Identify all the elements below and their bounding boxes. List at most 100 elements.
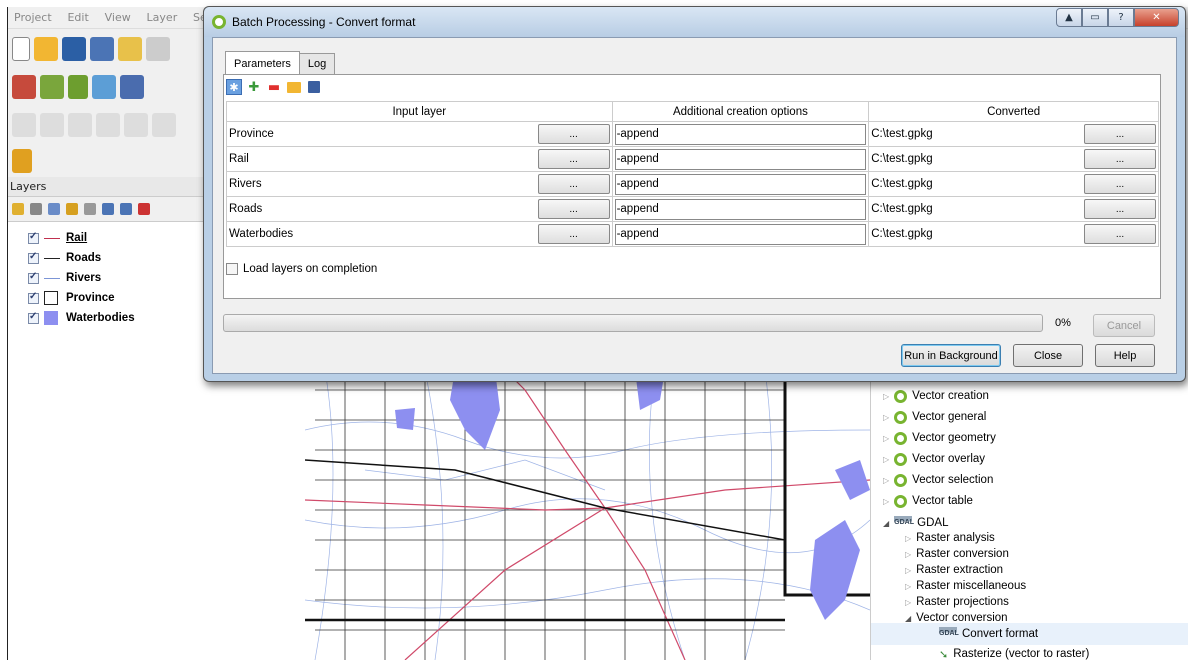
save-as-icon[interactable] xyxy=(90,37,114,61)
tree-group-vector-general[interactable]: ▷ Vector general xyxy=(883,407,986,427)
browse-input-button[interactable]: ... xyxy=(537,174,610,194)
add-group-icon[interactable] xyxy=(30,203,42,215)
layer-visibility-checkbox[interactable] xyxy=(28,311,39,324)
show-labels-icon[interactable] xyxy=(68,113,92,137)
tree-group-vector-selection[interactable]: ▷ Vector selection xyxy=(883,470,993,490)
tree-group-raster-projections[interactable]: ▷ Raster projections xyxy=(905,594,1009,610)
open-project-icon[interactable] xyxy=(34,37,58,61)
tree-group-vector-overlay[interactable]: ▷ Vector overlay xyxy=(883,449,985,469)
tree-group-raster-conversion[interactable]: ▷ Raster conversion xyxy=(905,546,1009,562)
expand-arrow-icon[interactable]: ▷ xyxy=(883,455,889,464)
autofill-icon[interactable]: ✱ xyxy=(226,79,242,95)
expand-arrow-icon[interactable]: ▷ xyxy=(905,534,911,543)
add-raster-layer-icon[interactable] xyxy=(40,75,64,99)
browse-output-button[interactable]: ... xyxy=(1084,199,1156,219)
rotate-label-icon[interactable] xyxy=(124,113,148,137)
add-vector-layer-icon[interactable] xyxy=(12,75,36,99)
layer-visibility-checkbox[interactable] xyxy=(28,231,39,244)
dialog-titlebar[interactable]: Batch Processing - Convert format ▲ ▭ ? … xyxy=(204,7,1185,37)
tab-log[interactable]: Log xyxy=(298,53,336,75)
add-delimited-text-icon[interactable] xyxy=(68,75,88,99)
expand-all-icon[interactable] xyxy=(102,203,114,215)
column-header-input-layer[interactable]: Input layer xyxy=(226,101,613,122)
browse-output-button[interactable]: ... xyxy=(1084,224,1156,244)
open-batch-icon[interactable] xyxy=(286,79,302,95)
tree-algorithm-rasterize[interactable]: ➘ Rasterize (vector to raster) xyxy=(939,644,1089,660)
load-layers-option[interactable]: Load layers on completion xyxy=(226,263,377,275)
converted-output-value[interactable]: C:\test.gpkg xyxy=(871,128,932,140)
pin-labels-icon[interactable] xyxy=(40,113,64,137)
input-layer-value[interactable]: Roads xyxy=(229,203,262,215)
filter-legend-icon[interactable] xyxy=(66,203,78,215)
tree-group-vector-creation[interactable]: ▷ Vector creation xyxy=(883,386,989,406)
expand-arrow-icon[interactable]: ▷ xyxy=(883,434,889,443)
db-manager-icon[interactable] xyxy=(12,149,32,173)
tab-parameters[interactable]: Parameters xyxy=(225,51,300,75)
help-button[interactable]: Help xyxy=(1095,344,1155,367)
save-batch-icon[interactable] xyxy=(306,79,322,95)
cancel-button[interactable]: Cancel xyxy=(1093,314,1155,337)
load-layers-checkbox[interactable] xyxy=(226,263,238,275)
converted-output-value[interactable]: C:\test.gpkg xyxy=(871,178,932,190)
converted-output-value[interactable]: C:\test.gpkg xyxy=(871,203,932,215)
expand-arrow-icon[interactable]: ▷ xyxy=(905,582,911,591)
column-header-creation-options[interactable]: Additional creation options xyxy=(611,101,870,122)
input-layer-value[interactable]: Waterbodies xyxy=(229,228,293,240)
tree-group-vector-geometry[interactable]: ▷ Vector geometry xyxy=(883,428,996,448)
remove-layer-icon[interactable] xyxy=(138,203,150,215)
tree-group-vector-table[interactable]: ▷ Vector table xyxy=(883,491,973,511)
expand-arrow-icon[interactable]: ▷ xyxy=(883,413,889,422)
expand-arrow-icon[interactable]: ▷ xyxy=(905,550,911,559)
collapse-arrow-icon[interactable]: ◢ xyxy=(883,519,889,528)
expand-arrow-icon[interactable]: ▷ xyxy=(905,598,911,607)
browse-output-button[interactable]: ... xyxy=(1084,149,1156,169)
tree-group-raster-analysis[interactable]: ▷ Raster analysis xyxy=(905,530,995,546)
browse-output-button[interactable]: ... xyxy=(1084,174,1156,194)
browse-output-button[interactable]: ... xyxy=(1084,124,1156,144)
layer-visibility-checkbox[interactable] xyxy=(28,291,39,304)
input-layer-value[interactable]: Province xyxy=(229,128,274,140)
restore-icon[interactable]: ▭ xyxy=(1082,8,1108,27)
help-icon[interactable]: ? xyxy=(1108,8,1134,27)
run-in-background-button[interactable]: Run in Background xyxy=(901,344,1001,367)
expand-arrow-icon[interactable]: ▷ xyxy=(883,497,889,506)
browse-input-button[interactable]: ... xyxy=(537,224,610,244)
menu-edit[interactable]: Edit xyxy=(61,7,94,28)
collapse-arrow-icon[interactable]: ◢ xyxy=(905,614,911,623)
input-layer-value[interactable]: Rivers xyxy=(229,178,262,190)
menu-layer[interactable]: Layer xyxy=(141,7,184,28)
menu-project[interactable]: Project xyxy=(8,7,58,28)
expand-arrow-icon[interactable]: ▷ xyxy=(883,392,889,401)
collapse-all-icon[interactable] xyxy=(120,203,132,215)
creation-options-input[interactable]: -append xyxy=(614,173,867,195)
converted-output-value[interactable]: C:\test.gpkg xyxy=(871,228,932,240)
tree-algorithm-convert-format[interactable]: GDAL Convert format xyxy=(871,623,1188,645)
map-canvas[interactable] xyxy=(305,370,870,660)
save-project-icon[interactable] xyxy=(62,37,86,61)
layer-visibility-checkbox[interactable] xyxy=(28,251,39,264)
browse-input-button[interactable]: ... xyxy=(537,149,610,169)
tree-group-raster-miscellaneous[interactable]: ▷ Raster miscellaneous xyxy=(905,578,1026,594)
creation-options-input[interactable]: -append xyxy=(614,223,867,245)
label-tool-icon[interactable] xyxy=(12,113,36,137)
creation-options-input[interactable]: -append xyxy=(614,123,867,145)
digitize-icon[interactable] xyxy=(92,75,116,99)
new-project-icon[interactable] xyxy=(12,37,30,61)
creation-options-input[interactable]: -append xyxy=(614,148,867,170)
open-styling-icon[interactable] xyxy=(12,203,24,215)
tree-group-raster-extraction[interactable]: ▷ Raster extraction xyxy=(905,562,1003,578)
menu-view[interactable]: View xyxy=(99,7,137,28)
add-database-layer-icon[interactable] xyxy=(120,75,144,99)
filter-expression-icon[interactable] xyxy=(84,203,96,215)
close-button[interactable]: Close xyxy=(1013,344,1083,367)
browse-input-button[interactable]: ... xyxy=(537,124,610,144)
window-menu-icon[interactable]: ▲ xyxy=(1056,8,1082,27)
move-label-icon[interactable] xyxy=(96,113,120,137)
new-print-layout-icon[interactable] xyxy=(118,37,142,61)
layer-visibility-checkbox[interactable] xyxy=(28,271,39,284)
converted-output-value[interactable]: C:\test.gpkg xyxy=(871,153,932,165)
layout-manager-icon[interactable] xyxy=(146,37,170,61)
change-label-icon[interactable] xyxy=(152,113,176,137)
remove-row-icon[interactable]: ▬ xyxy=(266,79,282,95)
browse-input-button[interactable]: ... xyxy=(537,199,610,219)
